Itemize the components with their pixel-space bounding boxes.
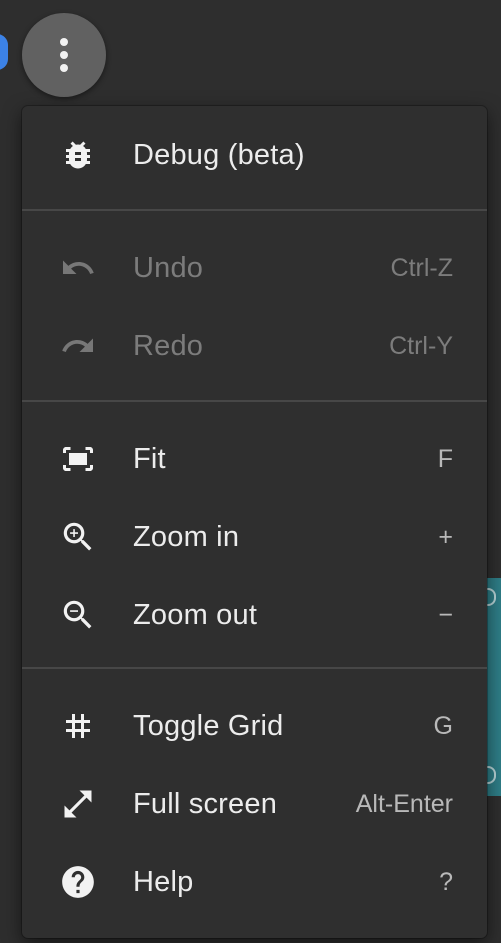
shortcut-label: F: [437, 444, 453, 473]
zoom-in-icon: [58, 517, 98, 557]
panel-glyph: [486, 588, 496, 606]
menu-item-toggle-grid[interactable]: Toggle Grid G: [22, 689, 487, 763]
menu-item-full-screen[interactable]: Full screen Alt-Enter: [22, 767, 487, 841]
help-icon: [58, 862, 98, 902]
redo-icon: [58, 326, 98, 366]
overflow-menu: Debug (beta) Undo Ctrl-Z Redo Ctrl-Y Fit: [22, 106, 487, 938]
menu-item-debug[interactable]: Debug (beta): [22, 118, 487, 192]
app-viewport: Debug (beta) Undo Ctrl-Z Redo Ctrl-Y Fit: [0, 0, 501, 943]
shortcut-label: Ctrl-Y: [389, 331, 453, 360]
menu-divider: [22, 209, 487, 211]
menu-item-label: Help: [133, 865, 194, 898]
shortcut-label: +: [438, 522, 453, 551]
bug-icon: [58, 135, 98, 175]
menu-item-help[interactable]: Help ?: [22, 845, 487, 919]
shortcut-label: G: [433, 711, 453, 740]
menu-divider: [22, 667, 487, 669]
menu-item-label: Fit: [133, 442, 166, 475]
menu-divider: [22, 400, 487, 402]
grid-icon: [58, 706, 98, 746]
zoom-out-icon: [58, 595, 98, 635]
menu-item-label: Redo: [133, 329, 204, 362]
menu-item-label: Debug (beta): [133, 138, 305, 171]
fullscreen-icon: [58, 784, 98, 824]
menu-item-zoom-out[interactable]: Zoom out −: [22, 578, 487, 652]
fit-screen-icon: [58, 439, 98, 479]
shortcut-label: −: [438, 600, 453, 629]
shortcut-label: Ctrl-Z: [390, 253, 453, 282]
more-options-button[interactable]: [22, 13, 106, 97]
menu-item-label: Zoom out: [133, 598, 258, 631]
partial-blue-control: [0, 34, 8, 70]
menu-item-label: Undo: [133, 251, 204, 284]
menu-item-label: Zoom in: [133, 520, 240, 553]
menu-item-zoom-in[interactable]: Zoom in +: [22, 500, 487, 574]
menu-item-undo[interactable]: Undo Ctrl-Z: [22, 231, 487, 305]
menu-item-label: Toggle Grid: [133, 709, 284, 742]
shortcut-label: ?: [439, 867, 453, 896]
more-vertical-icon: [60, 38, 68, 72]
menu-item-fit[interactable]: Fit F: [22, 422, 487, 496]
menu-item-redo[interactable]: Redo Ctrl-Y: [22, 309, 487, 383]
undo-icon: [58, 248, 98, 288]
shortcut-label: Alt-Enter: [355, 789, 453, 818]
panel-glyph: [486, 766, 496, 784]
menu-item-label: Full screen: [133, 787, 278, 820]
